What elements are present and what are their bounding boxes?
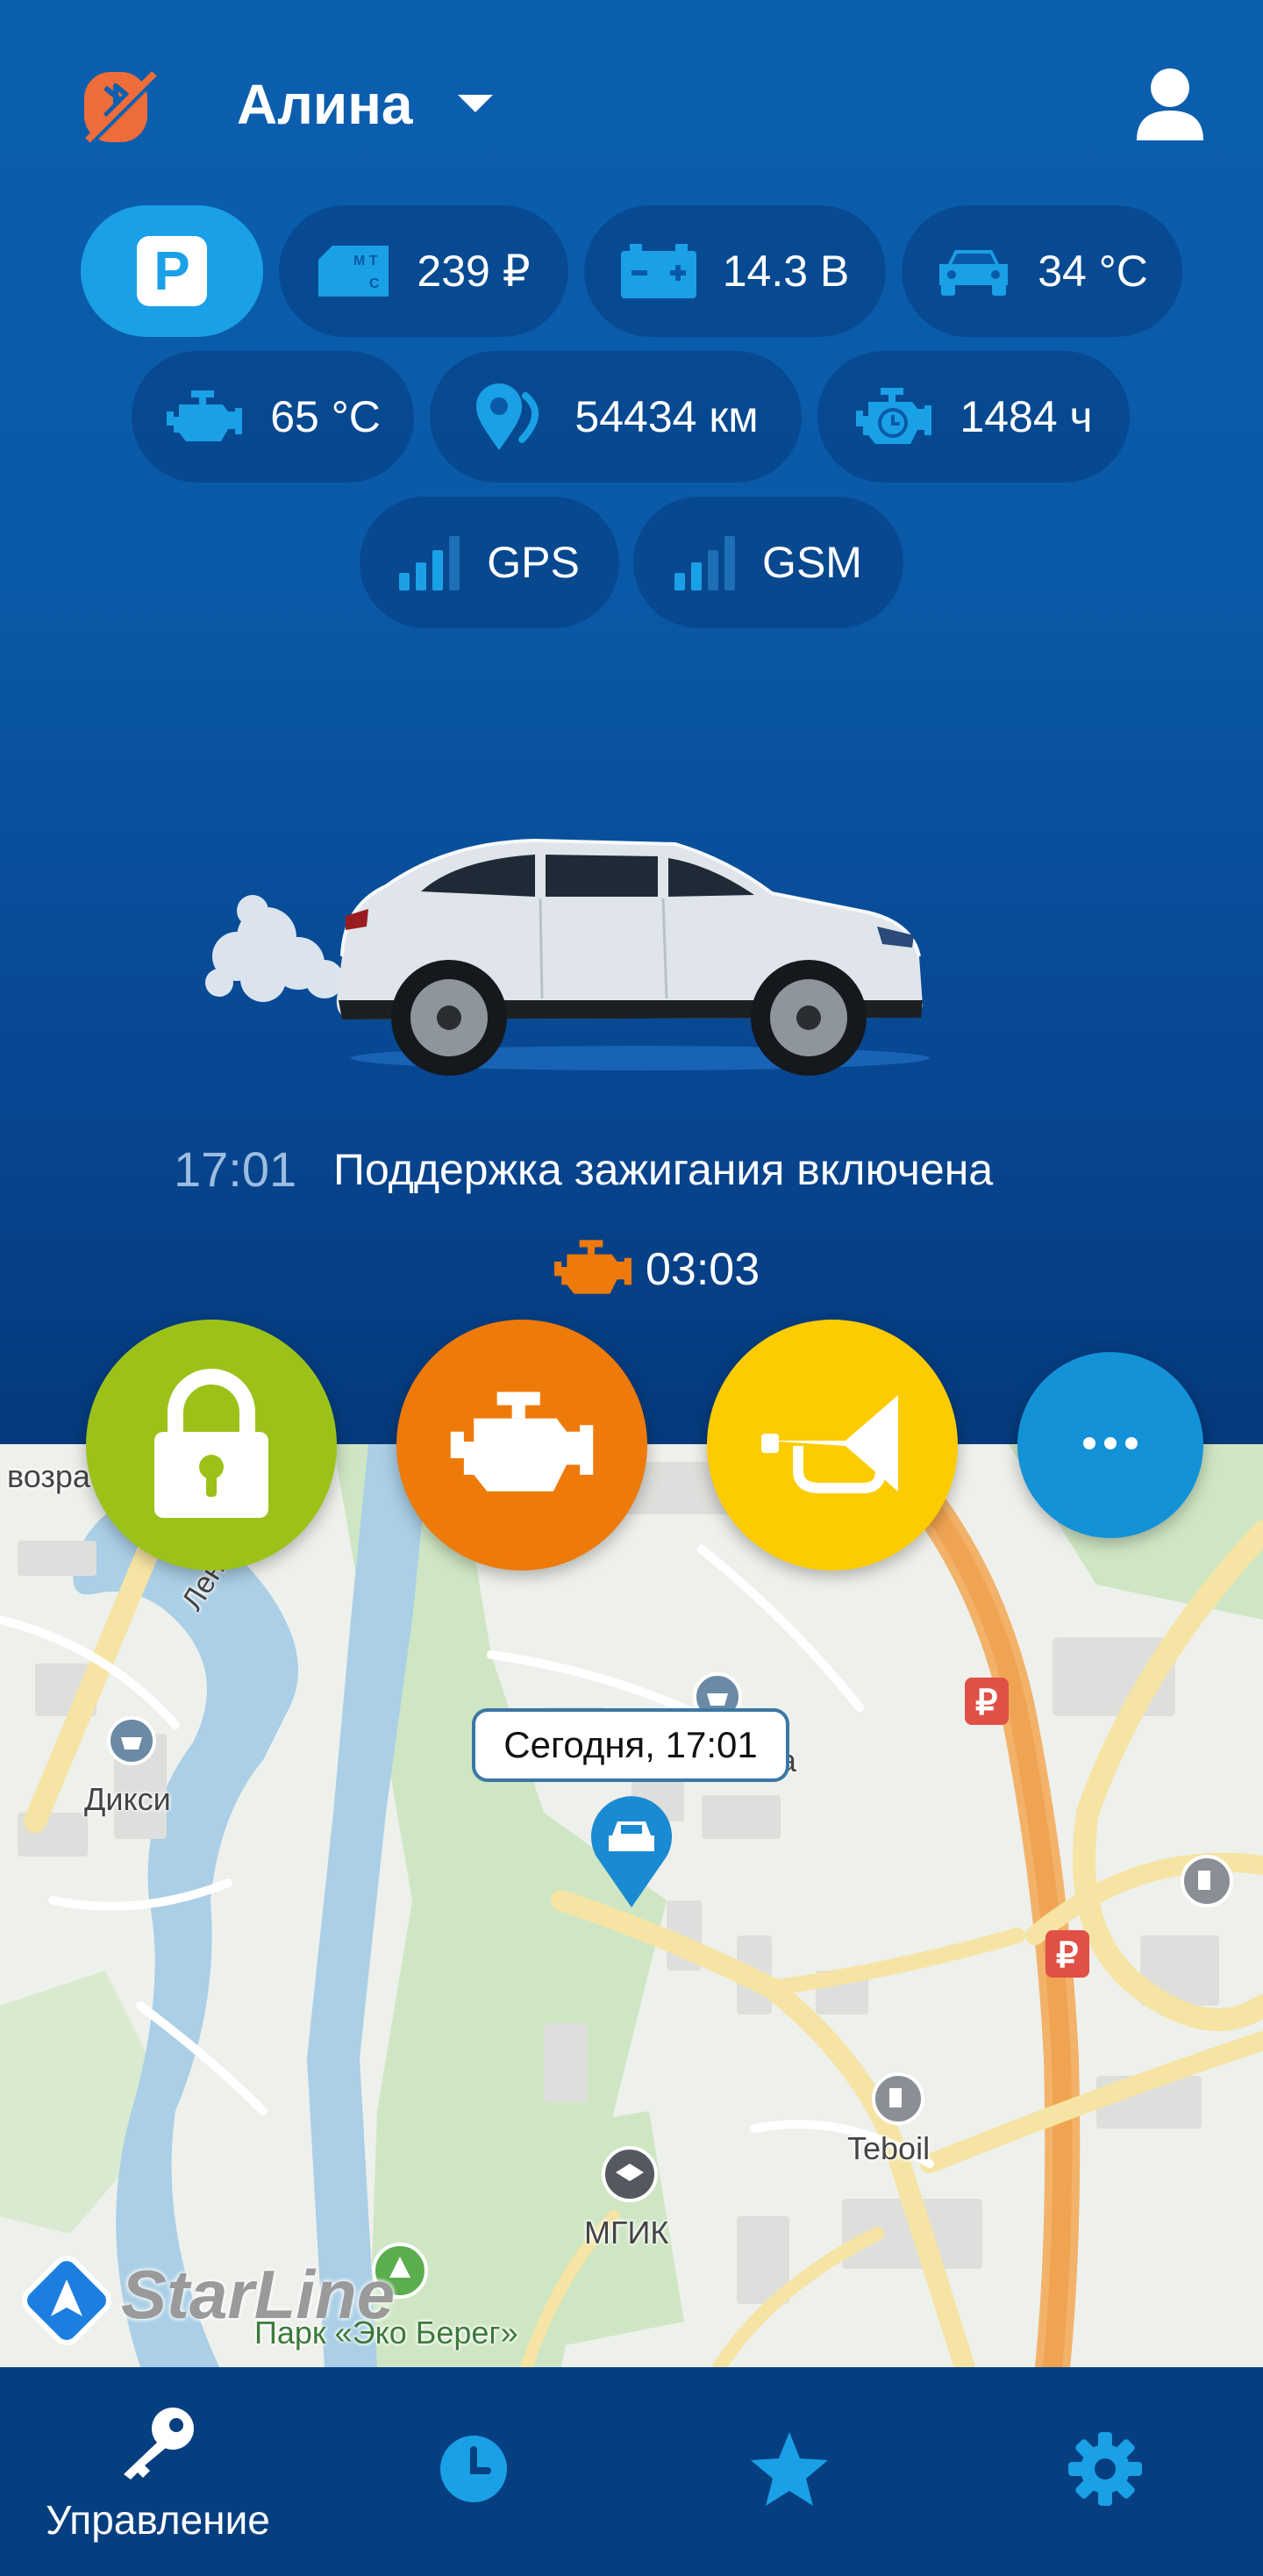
location-pin-icon bbox=[473, 382, 548, 452]
lock-icon bbox=[154, 1368, 268, 1522]
horn-icon bbox=[758, 1386, 907, 1505]
map-label-vozra: возра bbox=[7, 1458, 90, 1494]
svg-text:₽: ₽ bbox=[975, 1684, 997, 1722]
signal-icon bbox=[674, 534, 736, 590]
gear-icon bbox=[1068, 2432, 1142, 2510]
brand-text: StarLine bbox=[121, 2256, 396, 2333]
cabin-temp-chip[interactable]: 34 °C bbox=[902, 205, 1182, 337]
car-icon bbox=[936, 247, 1011, 296]
parking-icon: P bbox=[137, 236, 207, 306]
engine-icon bbox=[165, 390, 244, 443]
car-illustration bbox=[202, 825, 991, 1079]
timer-value: 03:03 bbox=[646, 1244, 760, 1295]
gps-label: GPS bbox=[487, 538, 580, 587]
map-label-teboil: Teboil bbox=[847, 2130, 931, 2166]
engine-hours-value: 1484 ч bbox=[960, 392, 1093, 441]
battery-icon bbox=[620, 244, 696, 298]
nav-settings[interactable] bbox=[1035, 2367, 1175, 2576]
signal-icon bbox=[399, 534, 460, 590]
nav-history[interactable] bbox=[403, 2367, 544, 2576]
battery-value: 14.3 В bbox=[722, 247, 850, 296]
bluetooth-off-icon[interactable] bbox=[79, 63, 158, 151]
more-button[interactable] bbox=[1017, 1352, 1203, 1538]
nav-control-label: Управление bbox=[46, 2497, 270, 2543]
key-icon bbox=[118, 2406, 197, 2484]
mileage-chip[interactable]: 54434 км bbox=[430, 351, 802, 483]
svg-text:М Т: М Т bbox=[353, 254, 378, 268]
map-view[interactable]: ₽ ₽ возра Ленинский просп. Дикси а Teboi… bbox=[0, 1444, 1263, 2367]
engine-hours-chip[interactable]: 1484 ч bbox=[817, 351, 1130, 483]
gps-chip[interactable]: GPS bbox=[360, 497, 619, 628]
starline-diamond-icon bbox=[28, 2258, 102, 2332]
cabin-temp-value: 34 °C bbox=[1038, 247, 1148, 296]
chevron-down-icon[interactable] bbox=[458, 95, 493, 112]
engine-temp-value: 65 °C bbox=[270, 392, 381, 441]
nav-control[interactable]: Управление bbox=[26, 2367, 289, 2576]
clock-icon bbox=[439, 2434, 509, 2508]
location-time-bubble[interactable]: Сегодня, 17:01 bbox=[472, 1708, 789, 1782]
svg-text:С: С bbox=[369, 276, 380, 291]
star-icon bbox=[749, 2430, 830, 2512]
sim-card-icon: М Т С bbox=[317, 244, 390, 298]
status-message: Поддержка зажигания включена bbox=[333, 1145, 994, 1194]
engine-temp-chip[interactable]: 65 °C bbox=[132, 351, 414, 483]
engine-icon bbox=[447, 1391, 596, 1500]
nav-favorites[interactable] bbox=[719, 2367, 860, 2576]
gsm-chip[interactable]: GSM bbox=[633, 497, 903, 628]
engine-timer: 03:03 bbox=[553, 1239, 760, 1300]
horn-button[interactable] bbox=[707, 1320, 958, 1571]
starline-logo: StarLine bbox=[28, 2255, 395, 2335]
bottom-navigation: Управление bbox=[0, 2367, 1263, 2576]
battery-chip[interactable]: 14.3 В bbox=[584, 205, 886, 337]
user-icon[interactable] bbox=[1135, 67, 1205, 142]
engine-clock-icon bbox=[854, 388, 933, 446]
more-icon bbox=[1082, 1436, 1138, 1455]
username[interactable]: Алина bbox=[237, 72, 412, 137]
parking-mode-chip[interactable]: P bbox=[81, 205, 263, 337]
exhaust-smoke bbox=[205, 895, 344, 1002]
svg-text:₽: ₽ bbox=[1056, 1936, 1078, 1975]
gsm-label: GSM bbox=[762, 538, 862, 587]
engine-icon bbox=[553, 1239, 633, 1300]
map-label-mgik: МГИК bbox=[584, 2215, 669, 2250]
status-time: 17:01 bbox=[174, 1141, 297, 1197]
balance-chip[interactable]: М Т С 239 ₽ bbox=[279, 205, 568, 337]
map-label-dixi: Дикси bbox=[84, 1781, 171, 1817]
engine-start-button[interactable] bbox=[396, 1320, 647, 1571]
mileage-value: 54434 км bbox=[574, 392, 759, 441]
lock-button[interactable] bbox=[86, 1320, 337, 1571]
balance-value: 239 ₽ bbox=[417, 247, 531, 296]
